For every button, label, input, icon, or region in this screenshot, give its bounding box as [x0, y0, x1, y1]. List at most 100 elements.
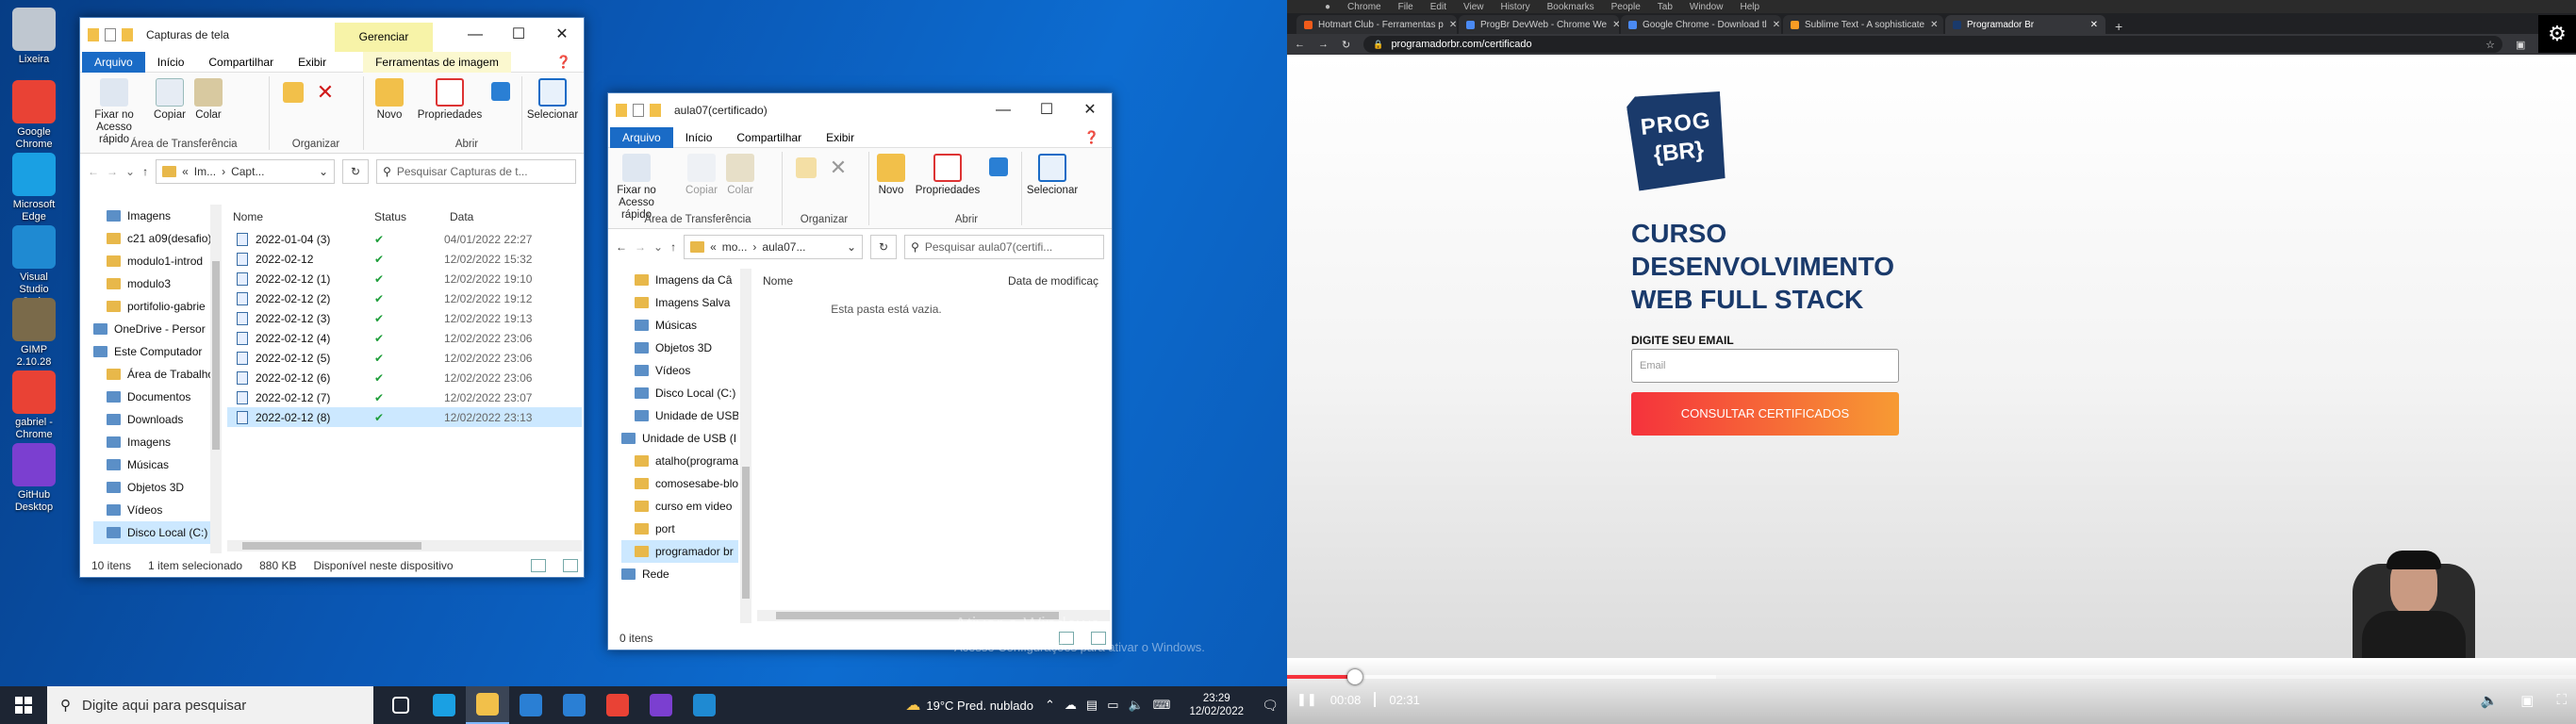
nav-item[interactable]: Vídeos [621, 359, 738, 382]
keyboard-icon[interactable]: ⌨ [1153, 698, 1171, 713]
chevron-down-icon[interactable]: ⌄ [125, 165, 135, 178]
nav-item[interactable]: Downloads [93, 408, 222, 431]
new-folder-icon[interactable] [122, 28, 133, 41]
nav-item[interactable]: Unidade de USB [621, 404, 738, 427]
forward-arrow-icon[interactable]: → [107, 165, 118, 178]
browser-tab[interactable]: ProgBr DevWeb - Chrome We ✕ [1459, 15, 1619, 34]
column-date[interactable]: Data [444, 210, 473, 223]
close-tab-icon[interactable]: ✕ [1773, 20, 1780, 30]
onedrive-icon[interactable]: ☁ [1065, 698, 1077, 713]
copy-button[interactable]: Copiar [684, 154, 719, 197]
taskbar-store-button[interactable] [509, 686, 553, 724]
file-row[interactable]: 2022-01-04 (3) ✔ 04/01/2022 22:27 [227, 229, 582, 249]
address-box[interactable]: « Im... › Capt... ⌄ [156, 159, 336, 184]
menu-item[interactable]: History [1500, 2, 1529, 12]
nav-item[interactable]: atalho(programa [621, 450, 738, 472]
taskbar-file-explorer-button[interactable] [466, 686, 509, 724]
desktop-icon[interactable]: GitHub Desktop [6, 443, 62, 514]
menu-item[interactable]: View [1463, 2, 1484, 12]
email-input[interactable]: Email [1631, 349, 1899, 383]
browser-tab[interactable]: Hotmart Club - Ferramentas p ✕ [1296, 15, 1457, 34]
properties-button[interactable]: Propriedades [914, 154, 982, 197]
delete-button[interactable]: ✕ [306, 82, 344, 106]
nav-item[interactable]: Imagens Salva [621, 291, 738, 314]
nav-item[interactable]: Área de Trabalho [93, 363, 222, 386]
back-arrow-icon[interactable]: ← [88, 165, 99, 178]
taskbar-github-button[interactable] [639, 686, 683, 724]
browser-tab[interactable]: Google Chrome - Download tl ✕ [1621, 15, 1781, 34]
nav-item[interactable]: curso em video [621, 495, 738, 518]
tab-inicio[interactable]: Início [145, 52, 197, 73]
taskbar-vscode-button[interactable] [683, 686, 726, 724]
apple-menu-icon[interactable]: ● [1325, 2, 1330, 12]
file-row[interactable]: 2022-02-12 (7) ✔ 12/02/2022 23:07 [227, 387, 582, 407]
breadcrumb-1[interactable]: mo... [722, 240, 748, 254]
minimize-button[interactable]: — [454, 18, 497, 52]
menu-item[interactable]: Tab [1658, 2, 1673, 12]
desktop-icon[interactable]: GIMP 2.10.28 [6, 298, 62, 369]
tab-compartilhar[interactable]: Compartilhar [196, 52, 286, 73]
properties-icon[interactable] [633, 104, 644, 117]
menu-item[interactable]: Help [1740, 2, 1759, 12]
back-arrow-icon[interactable]: ← [616, 240, 627, 254]
close-button[interactable]: ✕ [1068, 93, 1112, 127]
forward-arrow-icon[interactable]: → [635, 240, 646, 254]
nav-scrollbar[interactable] [210, 205, 222, 553]
search-input[interactable]: Pesquisar Capturas de t... [397, 165, 528, 178]
new-folder-button[interactable]: Novo [369, 78, 410, 122]
forward-arrow-icon[interactable]: → [1318, 39, 1329, 50]
nav-item[interactable]: Documentos [93, 386, 222, 408]
weather-widget[interactable]: ☁ 19°C Pred. nublado [905, 696, 1045, 715]
nav-item[interactable]: Objetos 3D [93, 476, 222, 499]
close-button[interactable]: ✕ [540, 18, 584, 52]
menu-item[interactable]: Bookmarks [1547, 2, 1594, 12]
nav-item[interactable]: Rede [621, 563, 738, 585]
network-icon[interactable]: ▤ [1086, 698, 1098, 713]
nav-item[interactable]: comosesabe-blo [621, 472, 738, 495]
nav-item[interactable]: Este Computador [93, 340, 222, 363]
file-row[interactable]: 2022-02-12 ✔ 12/02/2022 15:32 [227, 249, 582, 269]
start-button[interactable] [0, 686, 47, 724]
help-icon[interactable]: ❓ [544, 52, 584, 73]
nav-item[interactable]: Disco Local (C:) [621, 382, 738, 404]
nav-item[interactable]: Músicas [93, 453, 222, 476]
pin-quick-access-button[interactable]: Fixar no Acesso rápido [86, 78, 142, 146]
consult-certificates-button[interactable]: CONSULTAR CERTIFICADOS [1631, 392, 1899, 436]
chevron-down-icon[interactable]: ⌄ [319, 165, 328, 178]
file-row[interactable]: 2022-02-12 (5) ✔ 12/02/2022 23:06 [227, 348, 582, 368]
menu-item[interactable]: People [1611, 2, 1641, 12]
taskbar-search-box[interactable]: ⚲ Digite aqui para pesquisar [47, 686, 373, 724]
menu-item[interactable]: File [1398, 2, 1413, 12]
taskbar-search-input[interactable]: Digite aqui para pesquisar [82, 698, 246, 714]
new-tab-icon[interactable]: + [2107, 19, 2130, 34]
tab-arquivo[interactable]: Arquivo [82, 51, 145, 73]
tab-inicio[interactable]: Início [673, 127, 725, 148]
browser-tab[interactable]: Programador Br ✕ [1945, 15, 2105, 34]
tab-compartilhar[interactable]: Compartilhar [724, 127, 814, 148]
nav-item[interactable]: OneDrive - Persor [93, 318, 222, 340]
desktop-icon[interactable]: gabriel - Chrome [6, 370, 62, 441]
breadcrumb-2[interactable]: Capt... [231, 165, 264, 178]
volume-icon[interactable]: 🔈 [1128, 698, 1143, 713]
horizontal-scrollbar[interactable] [227, 540, 582, 551]
select-button[interactable]: Selecionar [525, 78, 580, 122]
nav-item[interactable]: portifolio-gabrie [93, 295, 222, 318]
nav-item[interactable]: Disco Local (C:) [93, 521, 222, 544]
close-tab-icon[interactable]: ✕ [1930, 20, 1938, 30]
delete-button[interactable]: ✕ [819, 157, 857, 181]
properties-icon[interactable] [105, 28, 116, 41]
back-arrow-icon[interactable]: ← [1295, 39, 1305, 50]
minimize-button[interactable]: — [982, 93, 1025, 127]
file-row[interactable]: 2022-02-12 (4) ✔ 12/02/2022 23:06 [227, 328, 582, 348]
clock[interactable]: 23:29 12/02/2022 [1180, 692, 1253, 718]
column-name[interactable]: Nome [227, 210, 369, 223]
nav-item[interactable]: programador br [621, 540, 738, 563]
column-status[interactable]: Status [369, 210, 444, 223]
tab-ferramentas-imagem[interactable]: Ferramentas de imagem [363, 51, 511, 73]
nav-item[interactable]: Unidade de USB (I [621, 427, 738, 450]
search-input[interactable]: Pesquisar aula07(certifi... [925, 240, 1052, 254]
url-text[interactable]: programadorbr.com/certificado [1391, 39, 1531, 50]
new-folder-button[interactable]: Novo [872, 154, 910, 197]
column-date[interactable]: Data de modificaç [1002, 274, 1098, 288]
new-folder-icon[interactable] [650, 104, 661, 117]
